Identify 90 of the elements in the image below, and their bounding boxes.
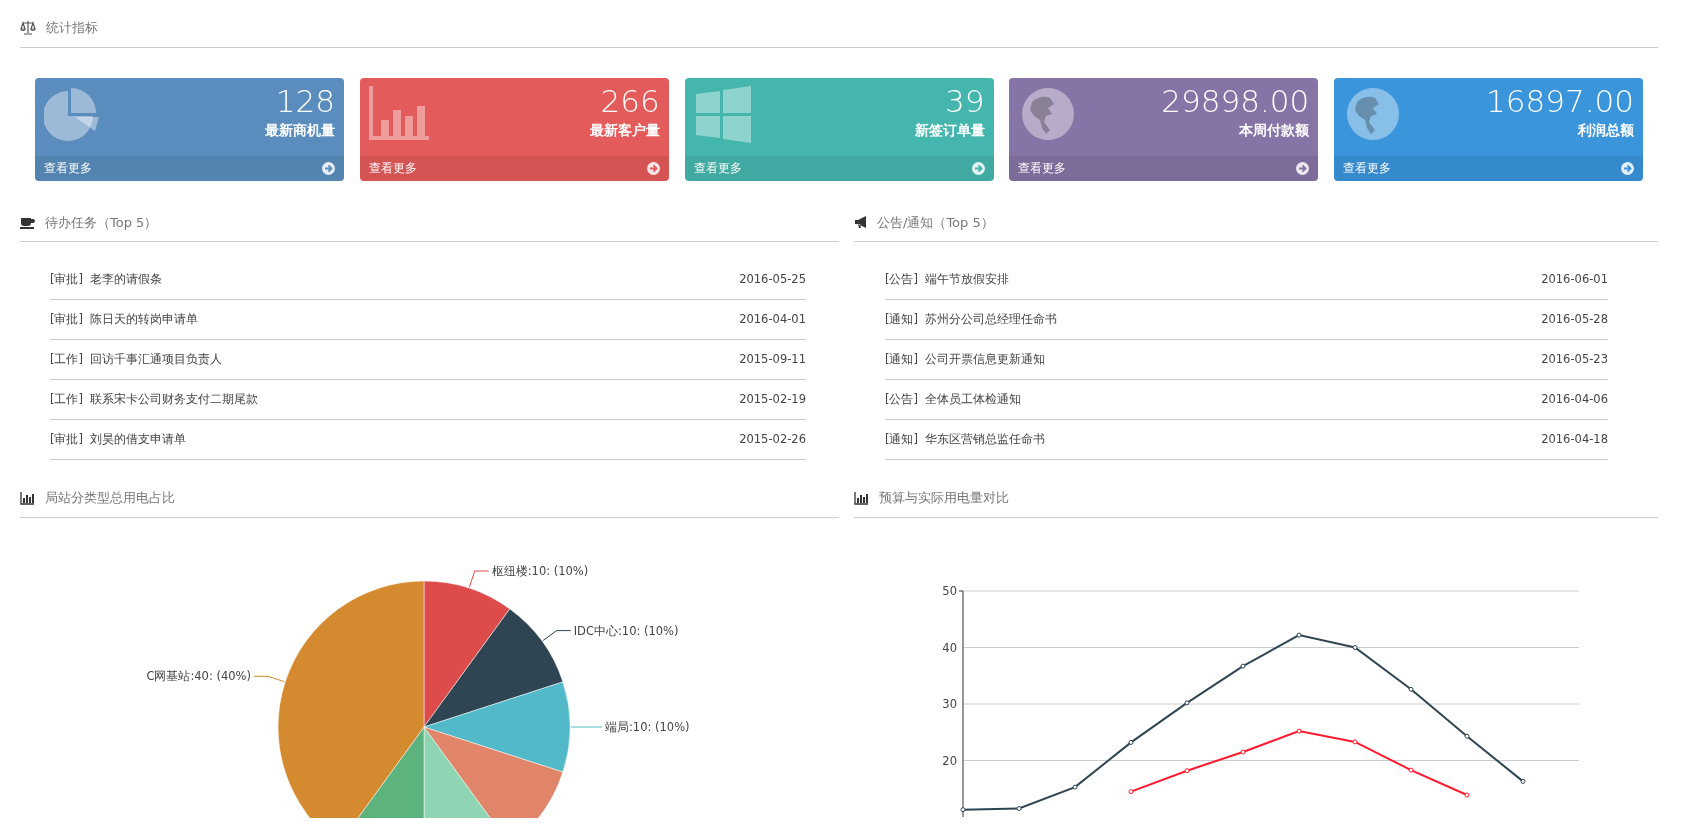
- data-point: [1240, 749, 1246, 754]
- item-date: 2016-05-23: [1541, 350, 1608, 368]
- leader-line: [542, 629, 572, 641]
- leader-line: [468, 570, 490, 588]
- stat-label: 利润总额: [1577, 120, 1634, 140]
- arrow-circle-icon: [971, 161, 985, 175]
- item-date: 2016-06-01: [1541, 270, 1608, 288]
- arrow-circle-icon: [1621, 161, 1634, 175]
- section-title: 预算与实际用电量对比: [879, 489, 1009, 507]
- stat-label: 最新客户量: [589, 120, 660, 140]
- slice-label: IDC中心:10: (10%): [573, 623, 679, 638]
- section-title: 局站分类型总用电占比: [45, 489, 175, 507]
- megaphone-icon: [854, 215, 867, 230]
- stat-value: 128: [274, 83, 335, 118]
- data-point: [1296, 632, 1302, 638]
- stat-value: 39: [944, 83, 985, 118]
- data-point: [1128, 788, 1134, 794]
- data-point: [1296, 728, 1302, 734]
- item-title[interactable]: 华东区营销总监任命书: [925, 430, 1542, 449]
- item-tag: [通知]: [885, 350, 925, 369]
- view-more-link[interactable]: 查看更多: [1018, 159, 1067, 177]
- scale-icon: [20, 20, 36, 36]
- item-title[interactable]: 苏州分公司总经理任命书: [925, 310, 1542, 329]
- item-tag: [工作]: [50, 350, 90, 369]
- leader-line: [253, 675, 285, 682]
- section-title: 待办任务（Top 5）: [45, 213, 158, 232]
- stat-value: 16897.00: [1486, 83, 1634, 118]
- item-date: 2016-04-01: [739, 310, 806, 328]
- item-title[interactable]: 公司开票信息更新通知: [925, 350, 1542, 369]
- item-tag: [审批]: [50, 270, 90, 289]
- item-date: 2015-02-26: [739, 430, 806, 448]
- slice-label: 端局:10: (10%): [605, 719, 690, 734]
- view-more-link[interactable]: 查看更多: [1343, 159, 1391, 177]
- data-point: [1408, 767, 1414, 773]
- item-date: 2016-04-18: [1541, 430, 1608, 448]
- stat-label: 最新商机量: [265, 120, 335, 140]
- item-title[interactable]: 全体员工体检通知: [925, 390, 1542, 409]
- coffee-cup-icon: [20, 215, 35, 230]
- data-point: [1352, 738, 1358, 744]
- data-point: [1464, 792, 1470, 797]
- data-point: [1184, 699, 1190, 705]
- item-date: 2016-05-25: [739, 270, 806, 288]
- data-point: [1520, 778, 1526, 784]
- y-tick-label: 50: [942, 583, 957, 598]
- stat-value: 29898.00: [1161, 83, 1310, 118]
- item-tag: [审批]: [50, 310, 90, 329]
- item-title[interactable]: 端午节放假安排: [925, 270, 1542, 289]
- data-point: [1464, 733, 1470, 739]
- stat-label: 本周付款额: [1238, 120, 1310, 140]
- bar-chart-icon: [20, 490, 35, 505]
- y-tick-label: 40: [942, 640, 957, 654]
- item-tag: [通知]: [885, 430, 925, 449]
- data-point: [960, 806, 966, 812]
- arrow-circle-icon: [646, 161, 660, 175]
- arrow-circle-icon: [322, 161, 335, 175]
- item-title[interactable]: 回访千事汇通项目负责人: [90, 350, 740, 369]
- leader-line: [570, 726, 603, 727]
- item-date: 2015-02-19: [739, 390, 806, 408]
- item-tag: [公告]: [885, 390, 925, 409]
- item-title[interactable]: 陈日天的转岗申请单: [90, 310, 740, 329]
- view-more-link[interactable]: 查看更多: [368, 159, 417, 177]
- item-tag: [通知]: [885, 310, 925, 329]
- item-date: 2016-04-06: [1541, 390, 1608, 408]
- stat-label: 新签订单量: [914, 120, 985, 140]
- y-tick-label: 20: [942, 753, 957, 767]
- data-point: [1240, 663, 1246, 669]
- item-tag: [工作]: [50, 390, 90, 409]
- bar-chart-icon: [854, 490, 869, 505]
- arrow-circle-icon: [1296, 161, 1310, 175]
- item-date: 2015-09-11: [739, 350, 806, 368]
- item-title[interactable]: 联系宋卡公司财务支付二期尾款: [90, 390, 740, 409]
- windows-logo-icon: [693, 83, 754, 144]
- item-title[interactable]: 刘昊的借支申请单: [90, 430, 740, 449]
- data-point: [1184, 767, 1190, 773]
- stat-value: 266: [599, 83, 660, 118]
- data-point: [1072, 784, 1078, 790]
- data-point: [1128, 739, 1134, 745]
- item-tag: [公告]: [885, 270, 925, 289]
- slice-label: C网基站:40: (40%): [146, 668, 251, 683]
- section-title: 公告/通知（Top 5）: [877, 213, 994, 232]
- y-tick-label: 30: [942, 696, 957, 711]
- section-title: 统计指标: [46, 19, 98, 37]
- item-date: 2016-05-28: [1541, 310, 1608, 328]
- data-point: [1016, 805, 1022, 811]
- data-point: [1408, 686, 1414, 692]
- item-tag: [审批]: [50, 430, 90, 449]
- data-point: [1352, 644, 1358, 650]
- view-more-link[interactable]: 查看更多: [44, 159, 92, 177]
- item-title[interactable]: 老李的请假条: [90, 270, 740, 289]
- slice-label: 枢纽楼:10: (10%): [491, 563, 589, 578]
